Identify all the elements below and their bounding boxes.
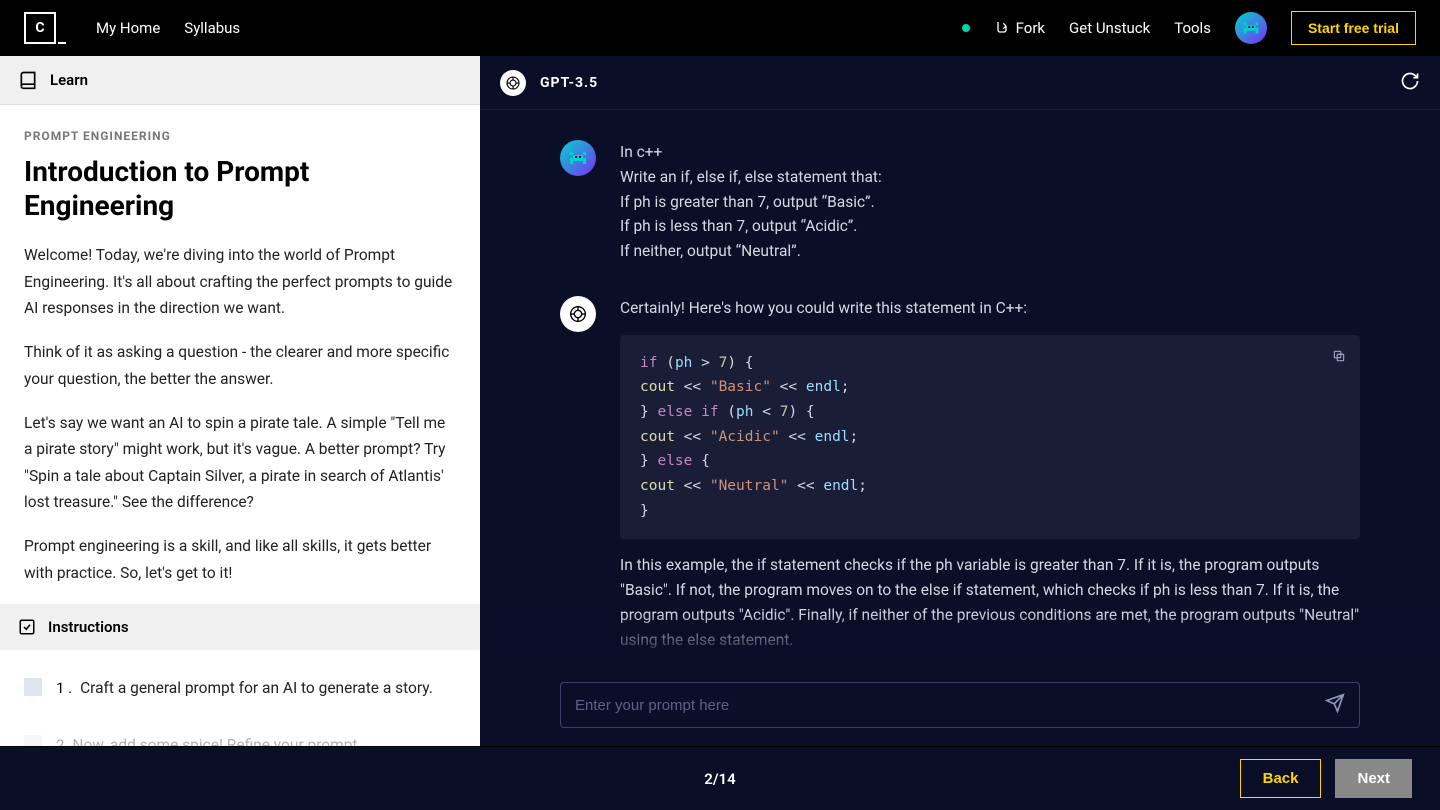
instruction-2-checkbox <box>24 735 42 746</box>
chat-header: GPT-3.5 <box>480 56 1440 110</box>
logo[interactable]: C <box>24 12 56 44</box>
instruction-2: 2 Now, add some spice! Refine your promp… <box>24 727 456 746</box>
next-button[interactable]: Next <box>1335 759 1412 798</box>
model-icon <box>500 70 526 96</box>
nav-my-home[interactable]: My Home <box>96 19 160 37</box>
paragraph-3: Let's say we want an AI to spin a pirate… <box>24 410 456 515</box>
user-msg-line-5: If neither, output “Neutral”. <box>620 239 1360 264</box>
send-button[interactable] <box>1325 693 1345 717</box>
instruction-1: 1 . Craft a general prompt for an AI to … <box>24 670 456 707</box>
instruction-1-number: 1 . <box>56 679 72 697</box>
copy-icon <box>1332 349 1346 363</box>
user-msg-line-1: In c++ <box>620 140 1360 165</box>
ai-message-avatar <box>560 296 596 332</box>
ai-message: Certainly! Here's how you could write th… <box>560 296 1360 682</box>
lesson-title: Introduction to Prompt Engineering <box>24 155 456 222</box>
learn-label: Learn <box>50 71 88 89</box>
chat-panel: GPT-3.5 In c++ Write an if, else if, els… <box>480 56 1440 746</box>
fork-button[interactable]: Fork <box>994 19 1045 37</box>
paragraph-2: Think of it as asking a question - the c… <box>24 339 456 392</box>
nav-syllabus[interactable]: Syllabus <box>184 19 240 37</box>
user-message: In c++ Write an if, else if, else statem… <box>560 140 1360 264</box>
fork-icon <box>994 20 1010 36</box>
user-message-avatar <box>560 140 596 176</box>
prompt-input-container <box>560 682 1360 728</box>
paragraph-1: Welcome! Today, we're diving into the wo… <box>24 242 456 321</box>
instructions-label: Instructions <box>48 618 129 636</box>
model-name: GPT-3.5 <box>540 75 598 91</box>
copy-code-button[interactable] <box>1332 347 1346 372</box>
code-block: if (ph > 7) { cout << "Basic" << endl; }… <box>620 335 1360 539</box>
send-icon <box>1325 693 1345 713</box>
ai-intro: Certainly! Here's how you could write th… <box>620 296 1360 321</box>
paragraph-4: Prompt engineering is a skill, and like … <box>24 533 456 586</box>
get-unstuck-button[interactable]: Get Unstuck <box>1069 19 1150 37</box>
instruction-1-text: Craft a general prompt for an AI to gene… <box>80 679 433 697</box>
refresh-button[interactable] <box>1400 71 1420 95</box>
user-avatar[interactable] <box>1235 12 1267 44</box>
invader-icon <box>566 146 590 170</box>
lesson-panel: Learn PROMPT ENGINEERING Introduction to… <box>0 56 480 746</box>
user-msg-line-2: Write an if, else if, else statement tha… <box>620 165 1360 190</box>
tools-button[interactable]: Tools <box>1174 19 1211 37</box>
user-msg-line-3: If ph is greater than 7, output “Basic”. <box>620 190 1360 215</box>
instruction-1-checkbox[interactable] <box>24 678 42 696</box>
progress-indicator: 2/14 <box>704 770 735 788</box>
course-label: PROMPT ENGINEERING <box>24 129 456 143</box>
book-icon <box>18 70 38 90</box>
user-msg-line-4: If ph is less than 7, output “Acidic”. <box>620 214 1360 239</box>
copy-icon <box>620 673 634 682</box>
start-trial-button[interactable]: Start free trial <box>1291 11 1416 45</box>
status-dot <box>962 24 970 32</box>
invader-icon <box>1240 17 1262 39</box>
top-nav: C My Home Syllabus Fork Get Unstuck Tool… <box>0 0 1440 56</box>
chat-body: In c++ Write an if, else if, else statem… <box>480 110 1440 682</box>
back-button[interactable]: Back <box>1240 759 1322 798</box>
copy-clipboard-link[interactable]: Copy to clipboard <box>620 668 1360 682</box>
bottom-bar: 2/14 Back Next <box>0 746 1440 810</box>
instruction-2-number: 2 <box>56 736 64 746</box>
instructions-header: Instructions <box>0 604 480 650</box>
prompt-input[interactable] <box>575 697 1325 714</box>
checklist-icon <box>18 618 36 636</box>
instruction-2-text: Now, add some spice! Refine your prompt <box>72 736 357 746</box>
ai-explanation: In this example, the if statement checks… <box>620 553 1360 652</box>
learn-header: Learn <box>0 56 480 105</box>
